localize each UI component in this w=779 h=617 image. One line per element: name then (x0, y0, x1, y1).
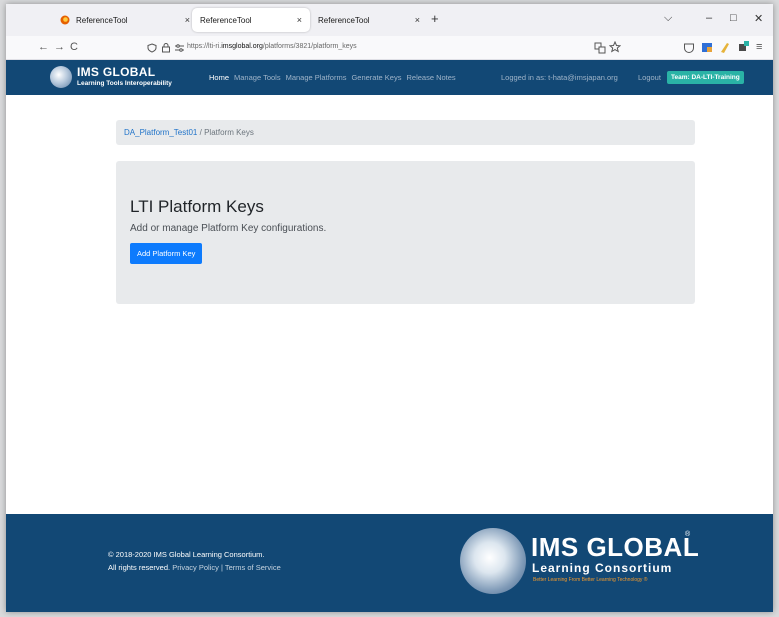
site-header: IMS GLOBAL Learning Tools Interoperabili… (6, 60, 773, 95)
footer-copyright: © 2018-2020 IMS Global Learning Consorti… (108, 550, 265, 559)
logged-in-text: Logged in as: t-hata@imsjapan.org (501, 73, 618, 82)
maximize-button[interactable]: □ (730, 12, 737, 24)
close-window-button[interactable]: ✕ (754, 12, 763, 25)
minimize-button[interactable]: – (706, 12, 712, 24)
footer-logo-tagline: Better Learning From Better Learning Tec… (533, 577, 648, 583)
lock-icon[interactable] (161, 42, 171, 53)
nav-manage-platforms[interactable]: Manage Platforms (286, 73, 347, 82)
firefox-favicon-icon (60, 15, 70, 25)
tab-1-title: ReferenceTool (76, 15, 128, 25)
nav-release-notes[interactable]: Release Notes (406, 73, 455, 82)
extensions-puzzle-icon[interactable] (737, 40, 750, 53)
tab-2-active[interactable]: ReferenceTool × (192, 8, 310, 32)
tab-3-close-icon[interactable]: × (415, 15, 420, 25)
breadcrumb-separator: / (199, 128, 202, 137)
pocket-icon[interactable] (683, 42, 695, 54)
url-domain: imsglobal.org (221, 43, 263, 50)
page-title: LTI Platform Keys (130, 197, 264, 216)
bookmark-star-icon[interactable] (609, 41, 621, 53)
footer-links: All rights reserved. Privacy Policy | Te… (108, 563, 281, 572)
nav-generate-keys[interactable]: Generate Keys (351, 73, 401, 82)
tab-1-close-icon[interactable]: × (185, 15, 190, 25)
address-bar[interactable]: https://lti-ri.imsglobal.org/platforms/3… (187, 43, 357, 50)
extension-broom-icon[interactable] (719, 41, 731, 54)
main-nav: Home Manage Tools Manage Platforms Gener… (209, 73, 456, 82)
browser-window: ReferenceTool × ReferenceTool × Referenc… (6, 4, 773, 612)
terms-of-service-link[interactable]: Terms of Service (225, 563, 281, 572)
url-prefix: https://lti-ri. (187, 43, 222, 50)
brand-subtitle: Learning Tools Interoperability (77, 80, 172, 87)
extension-translate-icon[interactable] (701, 41, 713, 54)
logout-link[interactable]: Logout (638, 73, 661, 82)
footer-logo-subtitle: Learning Consortium (532, 561, 673, 575)
add-platform-key-button[interactable]: Add Platform Key (130, 243, 203, 264)
page-description: Add or manage Platform Key configuration… (130, 223, 327, 234)
footer-rights: All rights reserved. (108, 563, 171, 572)
shield-icon[interactable] (147, 43, 157, 53)
menu-icon[interactable]: ≡ (756, 41, 762, 53)
tab-2-close-icon[interactable]: × (297, 15, 302, 25)
footer-logo-title: IMS GLOBAL (531, 532, 700, 562)
nav-manage-tools[interactable]: Manage Tools (234, 73, 281, 82)
browser-navbar: ← → C https://lti-ri.imsglobal.org/platf… (6, 36, 773, 60)
forward-icon[interactable]: → (54, 41, 65, 53)
breadcrumb: DA_Platform_Test01 / Platform Keys (116, 120, 695, 145)
team-badge[interactable]: Team: DA-LTI-Training (667, 71, 744, 84)
tab-3-title: ReferenceTool (318, 15, 370, 25)
new-tab-button[interactable]: + (431, 11, 439, 26)
brand-title[interactable]: IMS GLOBAL (77, 65, 155, 79)
reload-icon[interactable]: C (70, 41, 78, 53)
url-path: /platforms/3821/platform_keys (262, 43, 357, 50)
platform-keys-panel: LTI Platform Keys Add or manage Platform… (116, 161, 695, 304)
breadcrumb-current: Platform Keys (204, 128, 254, 137)
footer-logo-reg: ® (685, 531, 691, 538)
ims-globe-logo-icon[interactable] (50, 66, 72, 88)
tab-2-title: ReferenceTool (200, 15, 252, 25)
back-icon[interactable]: ← (38, 41, 49, 53)
tab-1[interactable]: ReferenceTool × (52, 8, 198, 32)
footer-separator: | (220, 563, 223, 572)
breadcrumb-platform-link[interactable]: DA_Platform_Test01 (124, 128, 197, 137)
permissions-icon[interactable] (175, 44, 184, 52)
tab-3[interactable]: ReferenceTool × (310, 8, 428, 32)
nav-home[interactable]: Home (209, 73, 229, 82)
translate-icon[interactable] (594, 42, 606, 54)
site-footer: © 2018-2020 IMS Global Learning Consorti… (6, 514, 773, 612)
ims-globe-large-logo-icon (460, 528, 526, 594)
privacy-policy-link[interactable]: Privacy Policy (172, 563, 219, 572)
tab-strip: ReferenceTool × ReferenceTool × Referenc… (6, 4, 773, 36)
tab-list-icon[interactable]: ⌵ (664, 12, 672, 25)
